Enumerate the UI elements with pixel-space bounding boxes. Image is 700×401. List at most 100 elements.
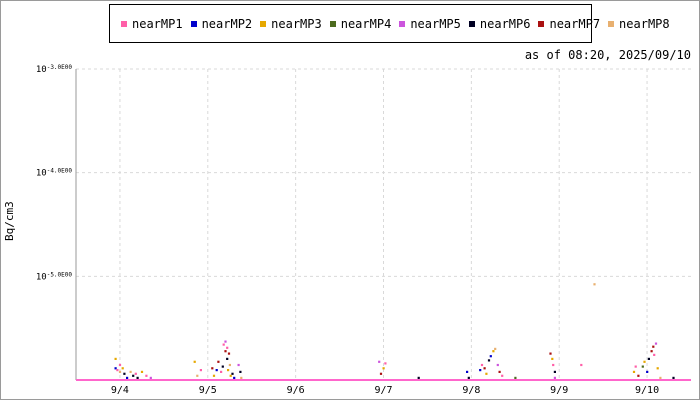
data-point-nearmp3 — [656, 367, 659, 370]
data-point-nearmp6 — [221, 365, 224, 368]
data-point-nearmp8 — [494, 347, 497, 350]
data-point-nearmp3 — [492, 350, 495, 353]
x-tick-label: 9/8 — [462, 385, 480, 396]
y-tick-label: 10-4.0E00 — [36, 168, 73, 179]
data-point-nearmp7 — [498, 370, 501, 373]
data-point-nearmp2 — [215, 369, 218, 372]
data-point-nearmp2 — [233, 376, 236, 379]
x-tick-label: 9/4 — [111, 385, 129, 396]
data-point-nearmp1 — [220, 370, 223, 373]
data-point-nearmp1 — [384, 362, 387, 365]
data-point-nearmp6 — [417, 376, 420, 379]
as-of-timestamp: as of 08:20, 2025/09/10 — [524, 48, 691, 62]
data-point-nearmp1 — [634, 365, 637, 368]
data-point-nearmp1 — [116, 369, 119, 372]
data-point-nearmp3 — [632, 370, 636, 373]
legend-label: nearMP5 — [410, 16, 461, 31]
data-point-nearmp7 — [217, 360, 220, 363]
data-point-nearmp6 — [467, 376, 470, 379]
x-tick-label: 9/7 — [374, 385, 392, 396]
data-point-nearmp3 — [382, 367, 385, 370]
data-point-nearmp2 — [489, 355, 492, 358]
data-point-nearmp8 — [593, 283, 596, 286]
point-layer — [114, 283, 675, 379]
legend-label: nearMP7 — [549, 16, 601, 31]
legend-item-nearmp6: nearMP6 — [468, 16, 531, 31]
data-point-nearmp1 — [580, 363, 583, 367]
data-point-nearmp1 — [480, 363, 484, 367]
data-point-nearmp6 — [672, 376, 675, 379]
data-point-nearmp6 — [553, 370, 556, 373]
data-point-nearmp5 — [237, 363, 240, 367]
data-point-nearmp6 — [239, 370, 242, 373]
data-point-nearmp6 — [226, 357, 229, 360]
data-point-nearmp1 — [145, 374, 148, 377]
data-point-nearmp8 — [228, 363, 231, 367]
data-point-nearmp1 — [134, 372, 137, 375]
data-point-nearmp6 — [487, 359, 491, 362]
data-point-nearmp6 — [123, 372, 126, 375]
data-point-nearmp1 — [653, 353, 656, 356]
axis-layer: 10-3.0E00 10-4.0E00 10-5.0E00 9/4 9/5 9/6 9/7 9… — [36, 64, 691, 396]
data-point-nearmp8 — [240, 376, 243, 379]
data-point-nearmp7 — [224, 350, 227, 353]
x-tick-label: 9/5 — [199, 385, 217, 396]
legend-label: nearMP4 — [340, 16, 392, 31]
grid-layer — [76, 68, 691, 380]
data-point-nearmp7 — [637, 374, 640, 377]
data-point-nearmp5 — [654, 342, 658, 345]
legend-swatch — [190, 20, 197, 27]
data-point-nearmp3 — [551, 357, 554, 360]
data-point-nearmp2 — [126, 376, 129, 379]
legend-swatch — [329, 20, 336, 27]
data-point-nearmp1 — [552, 363, 555, 367]
data-point-nearmp7 — [211, 367, 214, 370]
data-point-nearmp3 — [121, 367, 124, 370]
legend-swatch — [608, 20, 615, 27]
legend-item-nearmp3: nearMP3 — [260, 17, 322, 31]
legend-item-nearmp2: nearMP2 — [190, 16, 253, 31]
data-point-nearmp3 — [193, 360, 196, 363]
legend-label: nearMP3 — [271, 16, 322, 31]
y-tick-label: 10-3.0E00 — [36, 64, 73, 75]
legend-label: nearMP1 — [132, 16, 183, 31]
data-point-nearmp6 — [132, 374, 135, 377]
data-point-nearmp3 — [114, 357, 117, 360]
data-point-nearmp6 — [647, 357, 650, 360]
legend-swatch — [399, 20, 406, 27]
y-tick-label: 10-5.0E00 — [36, 271, 73, 282]
data-point-nearmp2 — [479, 369, 482, 372]
data-point-nearmp1 — [118, 363, 122, 367]
data-point-nearmp3 — [140, 370, 144, 373]
data-point-nearmp8 — [659, 376, 662, 379]
legend-label: nearMP2 — [201, 16, 253, 31]
x-tick-label: 9/6 — [287, 385, 305, 396]
data-point-nearmp4 — [641, 365, 644, 368]
data-point-nearmp1 — [199, 369, 202, 372]
data-point-nearmp3 — [643, 360, 646, 363]
y-axis-label: Bq/cm3 — [3, 201, 16, 241]
data-point-nearmp3 — [485, 372, 488, 375]
data-point-nearmp1 — [501, 374, 504, 377]
legend-swatch — [468, 20, 475, 27]
data-point-nearmp7 — [650, 350, 653, 353]
data-point-nearmp5 — [378, 360, 381, 363]
legend-label: nearMP6 — [479, 16, 531, 31]
legend-swatch — [260, 20, 267, 27]
data-point-nearmp5 — [496, 363, 499, 367]
data-point-nearmp7 — [483, 367, 486, 370]
data-point-nearmp8 — [196, 374, 199, 377]
data-point-nearmp8 — [118, 370, 122, 373]
legend-item-nearmp7: nearMP7 — [538, 17, 600, 31]
data-point-nearmp3 — [227, 369, 230, 372]
legend-item-nearmp4: nearMP4 — [329, 16, 392, 31]
legend-item-nearmp1: nearMP1 — [121, 17, 183, 31]
data-point-nearmp5 — [553, 376, 556, 379]
data-point-nearmp7 — [379, 372, 383, 375]
data-point-nearmp3 — [229, 374, 232, 377]
data-point-nearmp8 — [129, 370, 132, 373]
data-point-nearmp5 — [224, 340, 227, 343]
data-point-nearmp7 — [549, 352, 552, 355]
chart-legend: nearMP1 nearMP2 nearMP3 nearMP4 nearMP5 nearM… — [109, 4, 670, 43]
x-tick-label: 9/10 — [635, 385, 659, 396]
